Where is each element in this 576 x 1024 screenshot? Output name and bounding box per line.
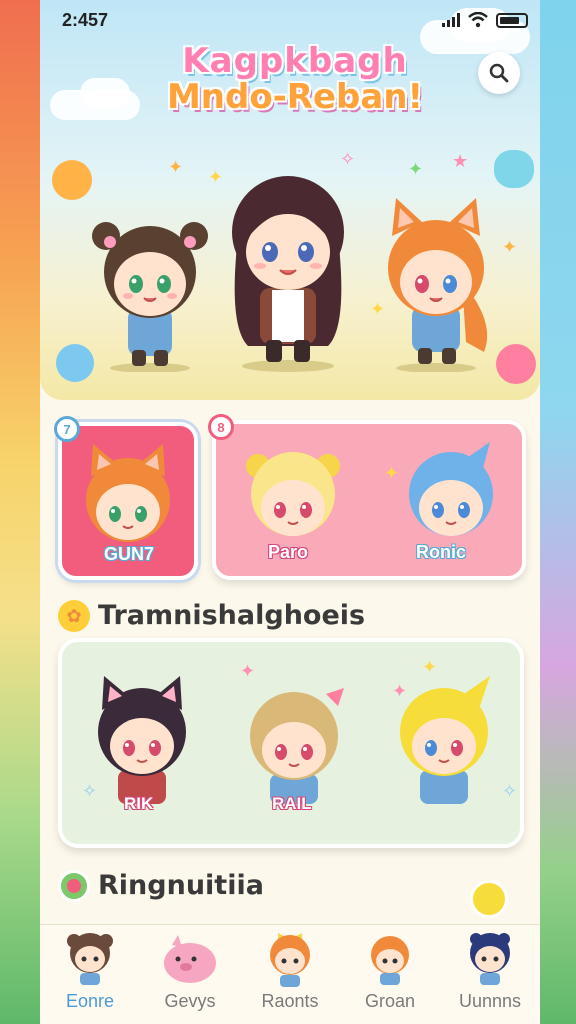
card-name-label: Paro bbox=[268, 542, 309, 562]
nav-item-uunnns[interactable]: Uunnns bbox=[440, 925, 540, 1024]
nav-label: Raonts bbox=[261, 991, 319, 1011]
wifi-icon bbox=[468, 12, 488, 28]
card-number-badge: 7 bbox=[54, 416, 80, 442]
bottom-navigation: Eonre Gevys Raonts Groan Uunnns bbox=[40, 924, 540, 1024]
character-orange-cat-ears[interactable] bbox=[366, 192, 506, 372]
nav-item-groan[interactable]: Groan bbox=[340, 925, 440, 1024]
green-creature-icon bbox=[470, 880, 508, 918]
nav-label: Gevys bbox=[164, 991, 216, 1011]
character-blonde-avatar bbox=[246, 452, 340, 536]
pink-pig-icon bbox=[164, 935, 216, 983]
trending-panel: ✦ ✧ ✦ ✧ ✦ RIK RAIL bbox=[58, 638, 524, 848]
app-title-line2: Mndo-Reban! bbox=[166, 76, 424, 117]
trending-item[interactable]: RIK bbox=[82, 670, 202, 820]
trending-item[interactable]: RAIL bbox=[234, 674, 354, 824]
nav-label: Groan bbox=[364, 991, 416, 1011]
character-yellow-cat-avatar bbox=[400, 676, 490, 804]
featured-card-primary[interactable]: 7 GUN7 bbox=[54, 416, 198, 580]
app-title-line1: Kagpkbagh bbox=[182, 41, 408, 81]
search-button[interactable] bbox=[478, 52, 520, 94]
battery-icon bbox=[496, 12, 528, 28]
character-blonde-bow-avatar bbox=[250, 688, 344, 804]
orange-character-icon bbox=[371, 936, 409, 985]
nav-item-raonts[interactable]: Raonts bbox=[240, 925, 340, 1024]
nav-item-home[interactable]: Eonre bbox=[40, 925, 140, 1024]
navy-character-icon bbox=[470, 933, 510, 985]
status-bar: 2:457 bbox=[40, 0, 540, 40]
app-title: Kagpkbagh Mndo-Reban! bbox=[145, 41, 445, 117]
sparkle-icon: ✦ bbox=[384, 463, 400, 483]
hero-banner: Kagpkbagh Mndo-Reban! ✦ ✦ ✦ ★ ✧ ✦ ✦ bbox=[40, 0, 540, 400]
sparkle-icon: ✦ bbox=[408, 159, 424, 179]
item-name-label: RIK bbox=[124, 794, 154, 813]
nav-label: Eonre bbox=[65, 991, 115, 1011]
nav-label: Uunnns bbox=[458, 991, 522, 1011]
featured-card-secondary[interactable]: 8 Paro ✦ Ronic bbox=[208, 414, 526, 580]
search-icon bbox=[489, 63, 509, 83]
character-orange-cat-avatar bbox=[86, 444, 170, 542]
background-left bbox=[0, 0, 40, 1024]
character-brown-hair[interactable] bbox=[80, 196, 220, 372]
bow-character-icon bbox=[270, 933, 310, 987]
signal-icon bbox=[442, 13, 460, 27]
character-dark-hair[interactable] bbox=[208, 156, 368, 372]
blue-creature-icon bbox=[494, 150, 534, 188]
flower-section-icon: ✿ bbox=[58, 600, 90, 632]
character-blue-hair-avatar bbox=[409, 442, 493, 536]
sparkle-icon: ★ bbox=[452, 151, 469, 171]
nav-item-gevys[interactable]: Gevys bbox=[140, 925, 240, 1024]
sparkle-icon: ✧ bbox=[502, 781, 518, 801]
item-name-label: RAIL bbox=[272, 794, 312, 813]
clock-section-icon bbox=[58, 870, 90, 902]
bear-character-icon bbox=[67, 933, 113, 985]
app-screen: Kagpkbagh Mndo-Reban! ✦ ✦ ✦ ★ ✧ ✦ ✦ 2:45… bbox=[40, 0, 540, 1024]
background-right bbox=[540, 0, 576, 1024]
trending-item[interactable] bbox=[384, 670, 504, 820]
card-number-badge: 8 bbox=[208, 414, 234, 440]
section-title-trending: Tramnishalghoeis bbox=[98, 600, 366, 631]
card-name-label: GUN7 bbox=[104, 544, 155, 564]
sun-creature-icon bbox=[52, 160, 92, 200]
character-dark-cat-avatar bbox=[98, 676, 186, 804]
status-time: 2:457 bbox=[62, 10, 109, 30]
section-title-recent: Ringnuitiia bbox=[98, 870, 264, 901]
sparkle-icon: ✦ bbox=[168, 157, 184, 177]
card-name-label: Ronic bbox=[416, 542, 467, 562]
